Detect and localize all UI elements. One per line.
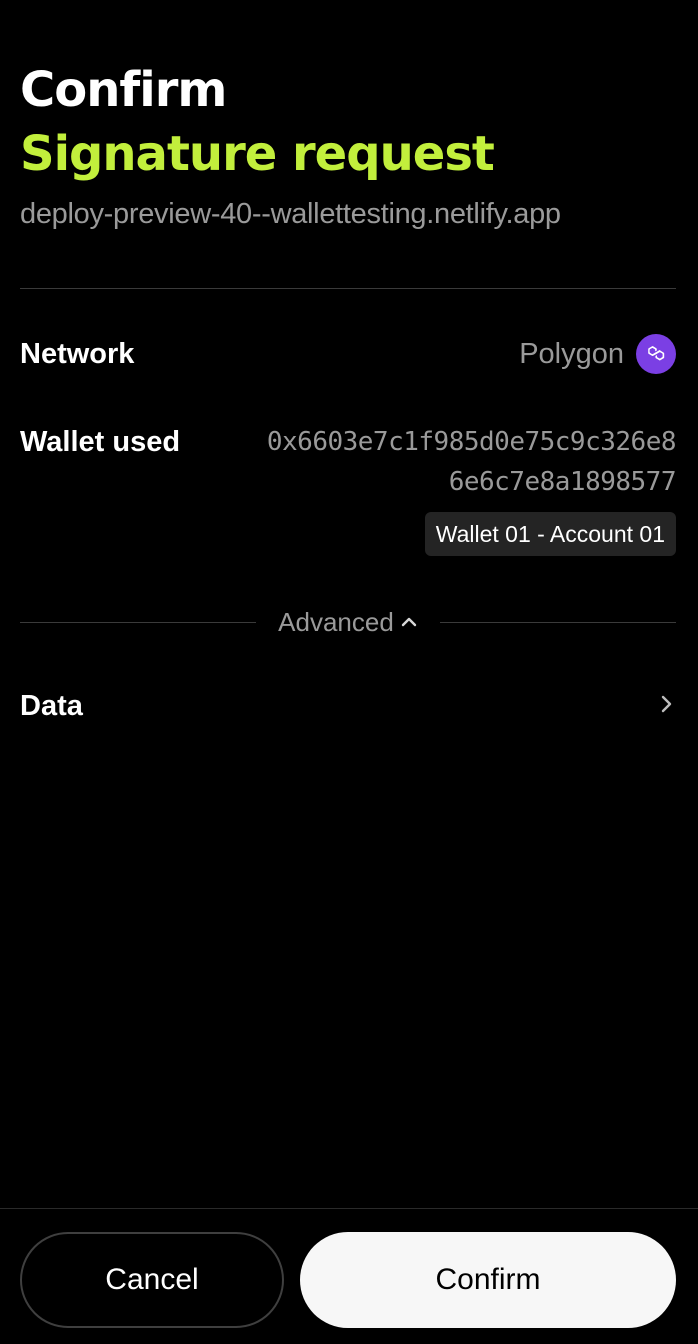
cancel-button[interactable]: Cancel bbox=[20, 1232, 284, 1328]
advanced-divider-left bbox=[20, 621, 257, 623]
header-divider bbox=[20, 288, 676, 289]
chevron-right-icon bbox=[656, 692, 676, 721]
wallet-label: Wallet used bbox=[20, 426, 181, 458]
advanced-toggle[interactable]: Advanced bbox=[256, 607, 440, 638]
account-badge: Wallet 01 - Account 01 bbox=[424, 512, 676, 556]
confirm-button[interactable]: Confirm bbox=[300, 1232, 676, 1328]
header: Confirm Signature request bbox=[20, 60, 678, 188]
network-value: Polygon bbox=[519, 334, 676, 374]
network-label: Network bbox=[20, 338, 135, 370]
footer-divider bbox=[0, 1208, 698, 1209]
request-type-title: Signature request bbox=[20, 126, 495, 182]
data-label: Data bbox=[20, 689, 83, 722]
advanced-divider-right bbox=[439, 621, 676, 623]
advanced-section: Advanced bbox=[20, 600, 676, 644]
chevron-up-icon bbox=[400, 607, 418, 638]
request-origin: deploy-preview-40--wallettesting.netlify… bbox=[20, 198, 561, 230]
page-title: Confirm bbox=[20, 62, 227, 118]
wallet-address: 0x6603e7c1f985d0e75c9c326e86e6c7e8a18985… bbox=[266, 427, 677, 497]
advanced-label: Advanced bbox=[278, 606, 394, 637]
network-name: Polygon bbox=[519, 337, 624, 370]
data-row[interactable]: Data bbox=[20, 680, 676, 732]
polygon-icon bbox=[636, 334, 676, 374]
